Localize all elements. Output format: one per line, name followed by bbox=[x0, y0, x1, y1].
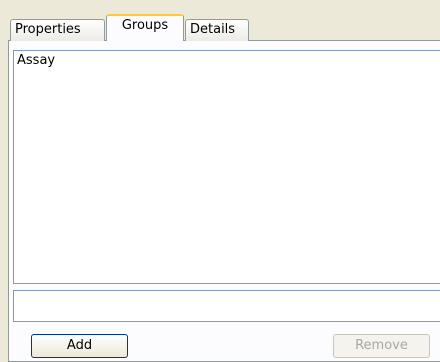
tab-properties[interactable]: Properties bbox=[10, 19, 105, 41]
list-item[interactable]: Assay bbox=[14, 51, 440, 71]
tab-groups[interactable]: Groups bbox=[106, 14, 184, 41]
groups-list[interactable]: Assay bbox=[13, 50, 440, 284]
tab-details[interactable]: Details bbox=[185, 19, 249, 41]
group-name-input[interactable] bbox=[13, 290, 440, 322]
remove-button[interactable]: Remove bbox=[333, 334, 430, 358]
add-button[interactable]: Add bbox=[31, 334, 128, 358]
